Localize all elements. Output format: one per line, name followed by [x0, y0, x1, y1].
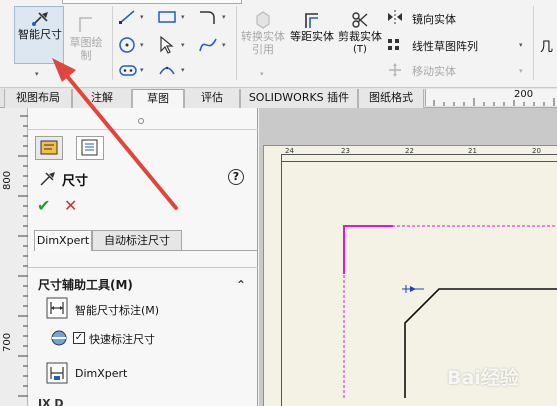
solidworks-window: 智能尺寸 ▾ 草图绘制 ▾ ▾ ▾ ▾ ▾ ▾ ▾ ▾ 转换实体引用 ▾ 等距实…: [0, 0, 557, 406]
annotation-arrow: [52, 58, 178, 210]
watermark-logo: Bai经验: [447, 367, 519, 389]
